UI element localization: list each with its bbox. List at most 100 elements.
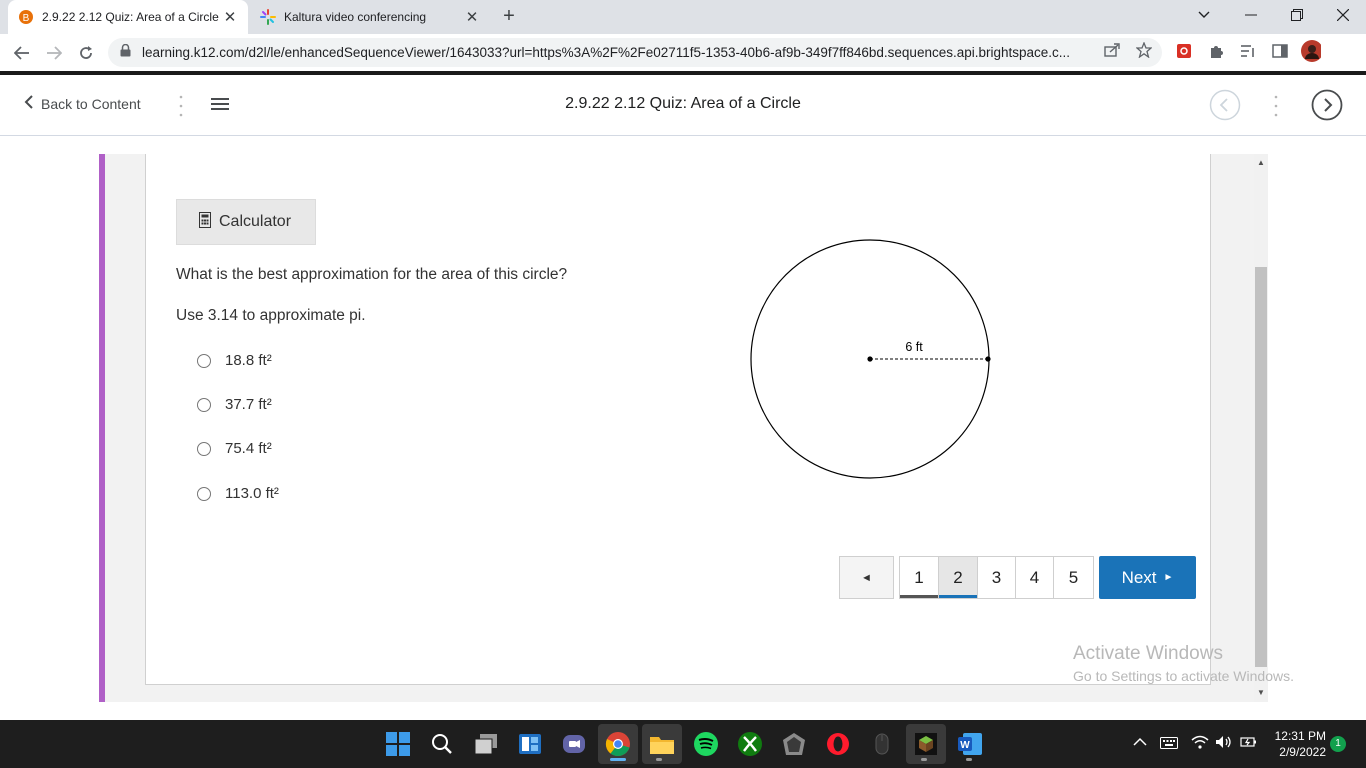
teams-chat-icon[interactable]	[560, 730, 588, 758]
clock-date: 2/9/2022	[1279, 745, 1326, 759]
browser-tab-quiz[interactable]: B 2.9.22 2.12 Quiz: Area of a Circle ✕	[8, 0, 248, 34]
radius-label: 6 ft	[905, 340, 923, 354]
previous-activity-button[interactable]	[1209, 89, 1241, 121]
tab-search-chevron-icon[interactable]	[1181, 0, 1227, 30]
page-number: 2	[953, 567, 963, 587]
close-window-icon[interactable]	[1320, 0, 1366, 30]
scroll-down-arrow-icon[interactable]: ▼	[1254, 686, 1268, 700]
url-text: learning.k12.com/d2l/le/enhancedSequence…	[142, 45, 1071, 60]
file-explorer-icon[interactable]	[642, 724, 682, 764]
word-icon[interactable]: W	[956, 730, 984, 758]
answer-option[interactable]: 37.7 ft²	[197, 396, 272, 413]
page-number: 5	[1068, 567, 1079, 587]
back-to-content-link[interactable]: Back to Content	[24, 95, 141, 112]
chrome-running-indicator	[610, 758, 626, 761]
minecraft-running-indicator	[921, 758, 927, 761]
visited-indicator	[900, 595, 938, 598]
xbox-icon[interactable]	[736, 730, 764, 758]
show-hidden-icons-chevron-up-icon[interactable]	[1133, 736, 1147, 750]
content-navbar: Back to Content 2.9.22 2.12 Quiz: Area o…	[0, 75, 1366, 136]
close-tab-icon[interactable]: ✕	[222, 8, 238, 26]
address-bar[interactable]: learning.k12.com/d2l/le/enhancedSequence…	[108, 38, 1162, 67]
calculator-icon	[199, 211, 211, 233]
next-question-button[interactable]: Next ►	[1099, 556, 1196, 599]
answer-option[interactable]: 18.8 ft²	[197, 352, 272, 369]
spotify-icon[interactable]	[692, 730, 720, 758]
extensions-puzzle-icon[interactable]	[1206, 41, 1226, 61]
start-windows-icon[interactable]	[384, 730, 412, 758]
opera-icon[interactable]	[824, 730, 852, 758]
activate-windows-hint: Go to Settings to activate Windows.	[1073, 668, 1294, 684]
new-tab-button[interactable]: +	[497, 6, 521, 28]
widgets-icon[interactable]	[516, 730, 544, 758]
center-point	[867, 356, 873, 362]
close-tab-icon[interactable]: ✕	[464, 8, 480, 26]
system-clock[interactable]: 12:31 PM 2/9/2022	[1270, 728, 1326, 760]
back-to-content-label: Back to Content	[41, 95, 141, 112]
page-number: 1	[914, 567, 924, 587]
question-text: What is the best approximation for the a…	[176, 266, 568, 283]
notification-badge[interactable]: 1	[1330, 736, 1346, 752]
keyboard-icon[interactable]	[1160, 737, 1178, 752]
calculator-label: Calculator	[219, 213, 292, 230]
circle-figure: 6 ft	[750, 239, 991, 479]
battery-icon[interactable]	[1240, 735, 1258, 752]
tab-title: Kaltura video conferencing	[284, 10, 427, 24]
search-icon[interactable]	[428, 730, 456, 758]
page-button-4[interactable]: 4	[1015, 556, 1054, 599]
extension-red-icon[interactable]	[1174, 41, 1194, 61]
minimize-window-icon[interactable]	[1228, 0, 1274, 30]
activate-windows-watermark: Activate Windows	[1073, 643, 1223, 664]
forward-arrow-icon[interactable]	[41, 40, 67, 66]
answer-option-label: 18.8 ft²	[225, 352, 272, 369]
radio-button[interactable]	[197, 486, 211, 501]
previous-question-button[interactable]: ◄	[839, 556, 894, 599]
page-number: 3	[991, 567, 1002, 587]
explorer-running-indicator	[656, 758, 662, 761]
share-icon[interactable]	[1102, 40, 1122, 60]
answer-option[interactable]: 75.4 ft²	[197, 440, 272, 457]
radio-button[interactable]	[197, 441, 211, 456]
current-page-indicator	[939, 595, 977, 598]
side-panel-icon[interactable]	[1270, 41, 1290, 61]
vertical-dots-divider	[179, 94, 183, 118]
radio-button[interactable]	[197, 397, 211, 412]
bookmark-star-icon[interactable]	[1134, 40, 1154, 60]
page-button-1[interactable]: 1	[899, 556, 939, 599]
tab-title: 2.9.22 2.12 Quiz: Area of a Circle	[42, 10, 219, 24]
volume-icon[interactable]	[1215, 735, 1233, 752]
calculator-button[interactable]: Calculator	[176, 199, 316, 245]
accent-bar	[99, 154, 105, 702]
back-arrow-icon[interactable]	[9, 40, 35, 66]
answer-option[interactable]: 113.0 ft²	[197, 485, 279, 502]
play-triangle-icon: ►	[1163, 572, 1174, 583]
wifi-icon[interactable]	[1191, 735, 1209, 752]
restore-window-icon[interactable]	[1274, 0, 1320, 30]
reading-list-icon[interactable]	[1238, 41, 1258, 61]
page-button-5[interactable]: 5	[1053, 556, 1094, 599]
scrollbar-thumb[interactable]	[1255, 267, 1267, 667]
answer-option-label: 37.7 ft²	[225, 396, 272, 413]
browser-toolbar: learning.k12.com/d2l/le/enhancedSequence…	[0, 34, 1366, 71]
edge-point	[985, 356, 991, 362]
answer-option-label: 113.0 ft²	[225, 485, 279, 502]
app-shield-icon[interactable]	[780, 730, 808, 758]
page-button-3[interactable]: 3	[977, 556, 1016, 599]
page-button-2[interactable]: 2	[938, 556, 978, 599]
table-of-contents-menu-icon[interactable]	[210, 96, 230, 112]
windows-taskbar: W	[0, 720, 1366, 768]
next-activity-button[interactable]	[1311, 89, 1343, 121]
reload-icon[interactable]	[73, 40, 99, 66]
task-view-icon[interactable]	[472, 730, 500, 758]
mouse-app-icon[interactable]	[868, 730, 896, 758]
browser-tab-kaltura[interactable]: Kaltura video conferencing ✕	[250, 0, 490, 34]
profile-avatar[interactable]	[1301, 40, 1321, 62]
browser-tab-strip: B 2.9.22 2.12 Quiz: Area of a Circle ✕ K…	[0, 0, 1366, 34]
brightspace-favicon-icon: B	[18, 9, 34, 25]
radio-button[interactable]	[197, 353, 211, 368]
vertical-dots-divider	[1274, 94, 1278, 118]
word-running-indicator	[966, 758, 972, 761]
scroll-up-arrow-icon[interactable]: ▲	[1254, 156, 1268, 170]
chevron-left-icon	[24, 95, 33, 112]
lock-icon	[120, 43, 134, 62]
